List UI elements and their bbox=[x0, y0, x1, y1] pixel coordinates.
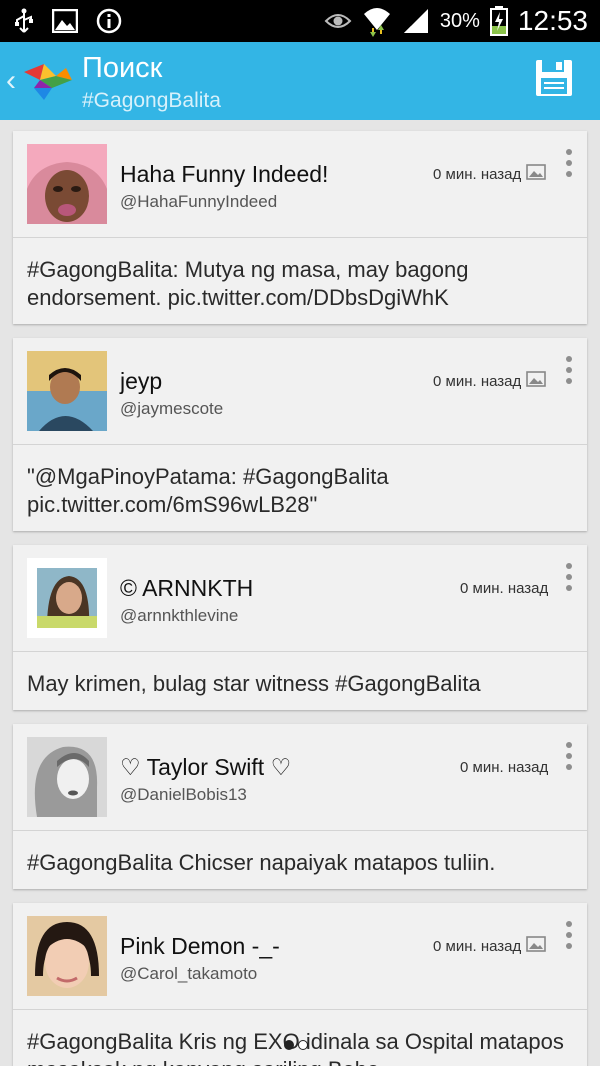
tweet-time: 0 мин. назад bbox=[433, 373, 522, 390]
battery-percent: 30% bbox=[439, 9, 480, 32]
avatar[interactable] bbox=[27, 351, 107, 431]
user-name[interactable]: Pink Demon -_- bbox=[120, 933, 280, 960]
image-attachment-icon bbox=[526, 164, 546, 185]
avatar[interactable] bbox=[27, 558, 107, 638]
usb-icon bbox=[14, 8, 34, 34]
page-indicator bbox=[284, 1040, 308, 1050]
image-attachment-icon bbox=[526, 371, 546, 392]
eye-icon bbox=[324, 11, 352, 31]
tweet-time: 0 мин. назад bbox=[433, 166, 522, 183]
overflow-menu-icon[interactable] bbox=[563, 563, 575, 596]
tweet-card[interactable]: Haha Funny Indeed! @HahaFunnyIndeed 0 ми… bbox=[13, 131, 587, 324]
user-handle[interactable]: @jaymescote bbox=[120, 399, 223, 419]
image-attachment-icon bbox=[526, 936, 546, 957]
avatar[interactable] bbox=[27, 737, 107, 817]
back-chevron-icon[interactable]: ‹ bbox=[6, 64, 16, 98]
action-bar: ‹ Поиск #GagongBalita bbox=[0, 42, 600, 120]
tweet-time: 0 мин. назад bbox=[460, 759, 549, 776]
save-icon[interactable] bbox=[534, 58, 574, 103]
app-logo-icon[interactable] bbox=[22, 58, 74, 109]
battery-icon bbox=[489, 6, 508, 36]
page-dot-active bbox=[284, 1040, 294, 1050]
tweet-card[interactable]: © ARNNKTH @arnnkthlevine 0 мин. назад Ma… bbox=[13, 545, 587, 710]
page-dot bbox=[298, 1040, 308, 1050]
user-name[interactable]: ♡ Taylor Swift ♡ bbox=[120, 754, 291, 781]
tweet-text: #GagongBalita Chicser napaiyak matapos t… bbox=[27, 850, 496, 875]
page-subtitle: #GagongBalita bbox=[82, 89, 221, 112]
user-name[interactable]: © ARNNKTH bbox=[120, 575, 253, 602]
signal-icon bbox=[402, 7, 430, 35]
tweet-text: #GagongBalita Kris ng EXO idinala sa Osp… bbox=[27, 1029, 564, 1066]
user-name[interactable]: jeyp bbox=[120, 368, 162, 395]
tweet-feed[interactable]: Haha Funny Indeed! @HahaFunnyIndeed 0 ми… bbox=[0, 120, 600, 1066]
overflow-menu-icon[interactable] bbox=[563, 742, 575, 775]
avatar[interactable] bbox=[27, 916, 107, 996]
overflow-menu-icon[interactable] bbox=[563, 921, 575, 954]
user-name[interactable]: Haha Funny Indeed! bbox=[120, 161, 328, 188]
tweet-time: 0 мин. назад bbox=[433, 938, 522, 955]
user-handle[interactable]: @DanielBobis13 bbox=[120, 785, 247, 805]
user-handle[interactable]: @HahaFunnyIndeed bbox=[120, 192, 277, 212]
tweet-time: 0 мин. назад bbox=[460, 580, 549, 597]
status-time: 12:53 bbox=[517, 5, 588, 36]
overflow-menu-icon[interactable] bbox=[563, 149, 575, 182]
tweet-card[interactable]: ♡ Taylor Swift ♡ @DanielBobis13 0 мин. н… bbox=[13, 724, 587, 889]
overflow-menu-icon[interactable] bbox=[563, 356, 575, 389]
tweet-text: "@MgaPinoyPatama: #GagongBalita pic.twit… bbox=[27, 464, 389, 517]
user-handle[interactable]: @Carol_takamoto bbox=[120, 964, 257, 984]
tweet-card[interactable]: jeyp @jaymescote 0 мин. назад "@MgaPinoy… bbox=[13, 338, 587, 531]
tweet-text: #GagongBalita: Mutya ng masa, may bagong… bbox=[27, 257, 469, 310]
user-handle[interactable]: @arnnkthlevine bbox=[120, 606, 238, 626]
tweet-text: May krimen, bulag star witness #GagongBa… bbox=[27, 671, 481, 696]
status-bar: 30% 12:53 bbox=[0, 0, 600, 42]
page-title: Поиск bbox=[82, 52, 163, 84]
info-icon bbox=[96, 8, 122, 34]
avatar[interactable] bbox=[27, 144, 107, 224]
image-notification-icon bbox=[52, 9, 78, 33]
wifi-icon bbox=[362, 4, 392, 38]
